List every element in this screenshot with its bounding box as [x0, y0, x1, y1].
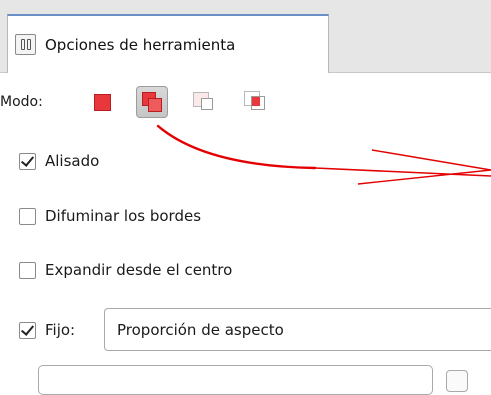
fixed-option[interactable]: Fijo:	[19, 321, 75, 339]
mode-label: Modo:	[0, 94, 43, 110]
intersect-selection-mode-button[interactable]	[240, 86, 272, 118]
antialiasing-option[interactable]: Alisado	[19, 152, 99, 170]
aspect-toggle-button[interactable]	[446, 370, 468, 392]
fixed-mode-combo[interactable]: Proporción de aspecto	[104, 308, 491, 351]
aspect-value-field[interactable]	[38, 365, 433, 395]
fixed-mode-value: Proporción de aspecto	[117, 320, 284, 339]
antialiasing-checkbox[interactable]	[19, 152, 36, 170]
feather-edges-checkbox[interactable]	[19, 207, 36, 225]
tab-tool-options[interactable]: Opciones de herramienta	[7, 14, 329, 73]
expand-from-center-label: Expandir desde el centro	[45, 261, 233, 279]
mode-row: Modo:	[0, 86, 491, 120]
replace-selection-mode-button[interactable]	[86, 86, 118, 118]
expand-from-center-option[interactable]: Expandir desde el centro	[19, 261, 232, 279]
dock-tab-bar: Opciones de herramienta	[0, 0, 491, 73]
add-to-selection-mode-button[interactable]	[136, 86, 168, 118]
feather-edges-label: Difuminar los bordes	[45, 207, 202, 225]
subtract-from-selection-mode-button[interactable]	[189, 86, 221, 118]
feather-edges-option[interactable]: Difuminar los bordes	[19, 207, 201, 225]
antialiasing-label: Alisado	[45, 152, 100, 170]
expand-from-center-checkbox[interactable]	[19, 261, 36, 279]
tab-tool-options-label: Opciones de herramienta	[45, 35, 236, 54]
fixed-label: Fijo:	[45, 321, 76, 339]
tool-options-icon	[15, 34, 36, 55]
fixed-checkbox[interactable]	[19, 321, 36, 339]
